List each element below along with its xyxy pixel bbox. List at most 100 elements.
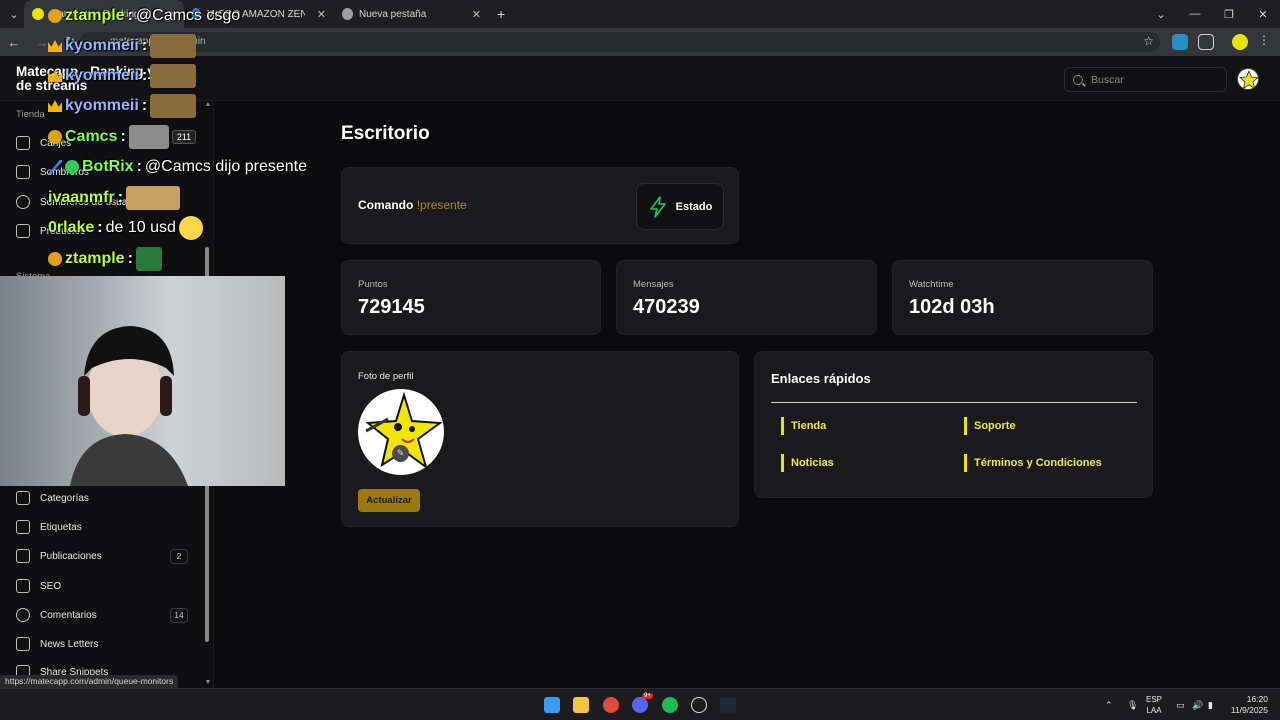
box-icon (16, 136, 30, 150)
profile-card: Foto de perfil ✎ Actualizar (341, 351, 739, 527)
sidebar-section-tienda: Tienda (16, 109, 45, 120)
newsletter-icon (16, 637, 30, 651)
browser-menu-icon[interactable]: ⋮ (1258, 33, 1270, 47)
search-icon (1073, 74, 1083, 85)
quick-link-terminos[interactable]: Términos y Condiciones (964, 454, 1102, 472)
scroll-up-arrow[interactable]: ▲ (203, 101, 213, 109)
sidebar-item-label: Canjes (40, 137, 72, 149)
estado-button[interactable]: Estado (636, 183, 724, 230)
sidebar-item-label: Publicaciones (40, 550, 102, 562)
file-explorer-icon[interactable] (573, 697, 589, 713)
user-circle-icon (16, 195, 30, 209)
sidebar-item-label: Sombreros de usuarios (40, 196, 144, 208)
tray-chevron-up-icon[interactable]: ⌃ (1105, 689, 1113, 720)
back-button[interactable]: ← (0, 28, 28, 56)
tab-search-button[interactable]: ⌄ (4, 4, 24, 24)
system-clock[interactable]: 16:20 11/9/2025 (1231, 694, 1268, 716)
tab-close-icon[interactable]: ✕ (317, 8, 326, 21)
tab-label: Matecapp - Ranking y... (49, 8, 155, 20)
minimize-icon[interactable]: — (1178, 0, 1212, 28)
sidebar-item-seo[interactable]: SEO (16, 575, 188, 597)
sidebar-item-label: Comentarios (40, 609, 97, 621)
obs-icon[interactable] (691, 697, 707, 713)
close-window-icon[interactable]: ✕ (1246, 0, 1280, 28)
sidebar-item-label: Sombreros (40, 166, 89, 178)
grid-icon (16, 491, 30, 505)
tab-matecapp[interactable]: Matecapp - Ranking y... ✕ (24, 0, 184, 28)
bookmark-star-icon[interactable]: ☆ (1143, 34, 1154, 48)
quick-link-noticias[interactable]: Noticias (781, 454, 834, 472)
tab-micro-amazon[interactable]: MICRO AMAZON ZEN MIX GC ✕ (184, 0, 334, 28)
sidebar-item-publicaciones[interactable]: Publicaciones 2 (16, 545, 188, 567)
stat-label: Watchtime (909, 279, 954, 290)
discord-icon[interactable] (632, 697, 648, 713)
lightning-icon (649, 195, 666, 218)
tag-icon (16, 520, 30, 534)
app-header: Matecapp - Ranking y de streams (0, 56, 1280, 101)
command-label: Comando !presente (358, 198, 467, 212)
estado-button-label: Estado (675, 200, 713, 213)
profile-picture[interactable] (358, 389, 444, 475)
browser-address-bar: ← → ↻ matecapp.com/admin ☆ ⋮ (0, 28, 1280, 56)
sidebar-item-etiquetas[interactable]: Etiquetas (16, 516, 188, 538)
matecapp-favicon (32, 8, 44, 20)
sidebar-item-sombreros[interactable]: Sombreros (16, 161, 188, 183)
sidebar-item-label: Productos (40, 225, 86, 237)
sidebar-item-comentarios[interactable]: Comentarios 14 (16, 604, 188, 626)
user-avatar[interactable] (1237, 68, 1259, 90)
new-tab-button[interactable]: + (489, 6, 513, 22)
volume-icon[interactable]: 🔊 (1192, 689, 1203, 720)
sidebar-item-sombreros-usuarios[interactable]: Sombreros de usuarios (16, 191, 188, 213)
chevron-down-icon[interactable]: ⌄ (1144, 0, 1178, 28)
network-icon[interactable]: ▭ (1176, 689, 1185, 720)
search-input[interactable] (1091, 73, 1211, 86)
webcam-overlay (0, 276, 285, 486)
sidebar-item-canjes[interactable]: Canjes (16, 132, 188, 154)
tab-nueva-pestana[interactable]: Nueva pestaña ✕ (334, 0, 489, 28)
battery-icon[interactable]: ▮ (1208, 689, 1213, 720)
extension-icon[interactable] (1172, 34, 1188, 50)
link-status-tooltip: https://matecapp.com/admin/queue-monitor… (0, 675, 179, 688)
tab-label: Nueva pestaña (359, 8, 427, 20)
stat-value: 729145 (358, 296, 425, 318)
count-badge: 14 (170, 607, 188, 623)
stat-value: 102d 03h (909, 296, 995, 318)
quick-links-title: Enlaces rápidos (771, 371, 871, 386)
update-button[interactable]: Actualizar (358, 489, 420, 512)
sidebar-item-label: Categorías (40, 492, 89, 504)
url-field[interactable]: matecapp.com/admin (80, 32, 1160, 52)
chrome-icon[interactable] (603, 697, 619, 713)
divider (771, 402, 1137, 403)
quick-links-card: Enlaces rápidos Tienda Soporte Noticias … (754, 351, 1153, 498)
windows-taskbar: 9+ ⌃ 🎙 ESP LAA ▭ 🔊 ▮ 16:20 11/9/2025 (0, 688, 1280, 720)
edit-pencil-icon[interactable]: ✎ (392, 445, 409, 462)
scroll-down-arrow[interactable]: ▼ (203, 679, 213, 687)
brand-title[interactable]: Matecapp - Ranking y de streams (16, 65, 156, 93)
maximize-icon[interactable]: ❐ (1212, 0, 1246, 28)
stat-label: Mensajes (633, 279, 674, 290)
tab-close-icon[interactable]: ✕ (472, 8, 481, 21)
microphone-icon[interactable]: 🎙 (1127, 689, 1138, 720)
spotify-icon[interactable] (662, 697, 678, 713)
tab-label: MICRO AMAZON ZEN MIX GC (206, 8, 305, 20)
profile-avatar-icon[interactable] (1232, 34, 1248, 50)
profile-label: Foto de perfil (358, 371, 414, 382)
forward-button[interactable]: → (28, 28, 56, 56)
sidebar-item-productos[interactable]: Productos (16, 220, 188, 242)
language-indicator[interactable]: ESP LAA (1146, 694, 1162, 716)
search-box[interactable] (1064, 67, 1227, 92)
quick-link-soporte[interactable]: Soporte (964, 417, 1016, 435)
command-label-text: Comando (358, 198, 414, 212)
streamer-silhouette (70, 326, 188, 486)
products-icon (16, 224, 30, 238)
seo-icon (16, 579, 30, 593)
windows-start-icon[interactable] (544, 697, 560, 713)
extensions-puzzle-icon[interactable] (1198, 34, 1214, 50)
sidebar-item-news-letters[interactable]: News Letters (16, 633, 188, 655)
quick-link-tienda[interactable]: Tienda (781, 417, 826, 435)
steam-icon[interactable] (720, 697, 736, 713)
tab-close-icon[interactable]: ✕ (167, 8, 176, 21)
count-badge: 2 (170, 548, 188, 564)
sidebar-item-categorias[interactable]: Categorías (16, 487, 188, 509)
stat-card-mensajes: Mensajes 470239 (616, 260, 877, 335)
